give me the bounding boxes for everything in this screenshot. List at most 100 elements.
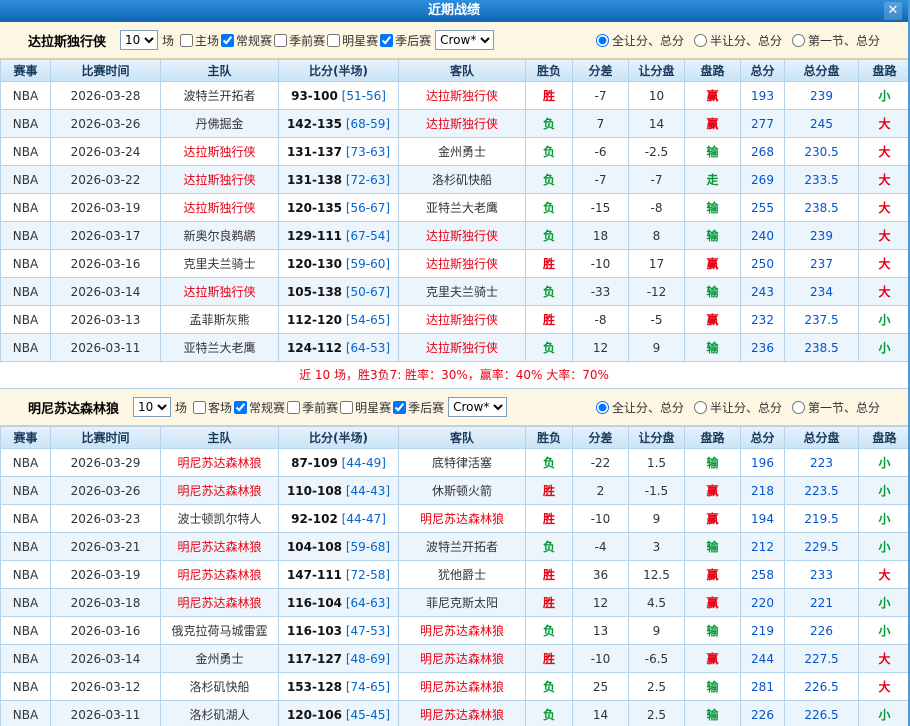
filter-checkbox[interactable]: 季前赛 (285, 399, 338, 416)
filter-radio[interactable]: 全让分、总分 (596, 32, 684, 49)
bookmaker-select[interactable]: Crow* (435, 30, 494, 50)
total-line-cell: 245 (785, 110, 859, 138)
score-cell[interactable]: 147-111 [72-58] (279, 561, 399, 589)
date-cell: 2026-03-23 (51, 505, 161, 533)
handicap-result-cell: 输 (685, 222, 741, 250)
filter-checkbox[interactable]: 明星赛 (338, 399, 391, 416)
home-team-cell: 明尼苏达森林狼 (161, 589, 279, 617)
date-cell: 2026-03-18 (51, 589, 161, 617)
game-row: NBA2026-03-11洛杉矶湖人120-106 [45-45]明尼苏达森林狼… (1, 701, 910, 726)
column-header: 比分(半场) (279, 427, 399, 449)
score-cell[interactable]: 129-111 [67-54] (279, 222, 399, 250)
close-button[interactable]: ✕ (884, 2, 902, 20)
league-cell: NBA (1, 449, 51, 477)
filter-checkbox[interactable]: 客场 (191, 399, 232, 416)
date-cell: 2026-03-24 (51, 138, 161, 166)
filter-checkbox[interactable]: 明星赛 (325, 32, 378, 49)
checkbox-input[interactable] (193, 401, 206, 414)
radio-input[interactable] (792, 401, 805, 414)
score-cell[interactable]: 87-109 [44-49] (279, 449, 399, 477)
game-count-select[interactable]: 10 (120, 30, 158, 50)
filter-checkbox[interactable]: 常规赛 (232, 399, 285, 416)
game-count-select[interactable]: 10 (133, 397, 171, 417)
handicap-line-cell: -7 (629, 166, 685, 194)
score-cell[interactable]: 153-128 [74-65] (279, 673, 399, 701)
filter-radio[interactable]: 第一节、总分 (792, 399, 880, 416)
filter-checkbox[interactable]: 季后赛 (391, 399, 444, 416)
point-diff-cell: -22 (573, 449, 629, 477)
checkbox-input[interactable] (234, 401, 247, 414)
score-cell[interactable]: 131-137 [73-63] (279, 138, 399, 166)
bookmaker-select[interactable]: Crow* (448, 397, 507, 417)
score-cell[interactable]: 117-127 [48-69] (279, 645, 399, 673)
point-diff-cell: -6 (573, 138, 629, 166)
over-under-cell: 小 (859, 505, 910, 533)
radio-input[interactable] (596, 401, 609, 414)
score-cell[interactable]: 110-108 [44-43] (279, 477, 399, 505)
point-diff-cell: -8 (573, 306, 629, 334)
total-points-cell: 277 (741, 110, 785, 138)
score-cell[interactable]: 120-130 [59-60] (279, 250, 399, 278)
away-team-cell: 亚特兰大老鹰 (399, 194, 526, 222)
radio-input[interactable] (596, 34, 609, 47)
total-line-cell: 227.5 (785, 645, 859, 673)
team-name-timberwolves: 明尼苏达森林狼 (28, 398, 119, 417)
over-under-cell: 大 (859, 166, 910, 194)
score-cell[interactable]: 142-135 [68-59] (279, 110, 399, 138)
score-cell[interactable]: 116-103 [47-53] (279, 617, 399, 645)
score-cell[interactable]: 120-135 [56-67] (279, 194, 399, 222)
date-cell: 2026-03-19 (51, 561, 161, 589)
score-cell[interactable]: 112-120 [54-65] (279, 306, 399, 334)
checkbox-input[interactable] (287, 401, 300, 414)
checkbox-input[interactable] (327, 34, 340, 47)
checkbox-input[interactable] (274, 34, 287, 47)
filter-checkbox[interactable]: 常规赛 (219, 32, 272, 49)
filter-checkbox[interactable]: 季前赛 (272, 32, 325, 49)
away-team-cell: 达拉斯独行侠 (399, 222, 526, 250)
over-under-cell: 大 (859, 250, 910, 278)
filter-radio[interactable]: 第一节、总分 (792, 32, 880, 49)
column-header: 比分(半场) (279, 60, 399, 82)
filter-radio[interactable]: 半让分、总分 (694, 32, 782, 49)
checkbox-input[interactable] (221, 34, 234, 47)
home-team-cell: 洛杉矶快船 (161, 673, 279, 701)
radio-input[interactable] (694, 34, 707, 47)
checkbox-input[interactable] (180, 34, 193, 47)
score-cell[interactable]: 116-104 [64-63] (279, 589, 399, 617)
score-cell[interactable]: 104-108 [59-68] (279, 533, 399, 561)
checkbox-input[interactable] (393, 401, 406, 414)
checkbox-input[interactable] (380, 34, 393, 47)
score-cell[interactable]: 120-106 [45-45] (279, 701, 399, 726)
handicap-line-cell: -8 (629, 194, 685, 222)
handicap-line-cell: 17 (629, 250, 685, 278)
score-cell[interactable]: 131-138 [72-63] (279, 166, 399, 194)
handicap-line-cell: 9 (629, 617, 685, 645)
radio-input[interactable] (792, 34, 805, 47)
score-cell[interactable]: 105-138 [50-67] (279, 278, 399, 306)
date-cell: 2026-03-12 (51, 673, 161, 701)
handicap-result-cell: 赢 (685, 110, 741, 138)
filter-radio[interactable]: 半让分、总分 (694, 399, 782, 416)
score-cell[interactable]: 93-100 [51-56] (279, 82, 399, 110)
home-team-cell: 达拉斯独行侠 (161, 278, 279, 306)
away-team-cell: 明尼苏达森林狼 (399, 617, 526, 645)
win-loss-cell: 负 (526, 194, 573, 222)
filter-checkbox[interactable]: 季后赛 (378, 32, 431, 49)
total-line-cell: 234 (785, 278, 859, 306)
score-cell[interactable]: 124-112 [64-53] (279, 334, 399, 362)
win-loss-cell: 负 (526, 533, 573, 561)
radio-input[interactable] (694, 401, 707, 414)
column-header: 盘路 (685, 427, 741, 449)
score-cell[interactable]: 92-102 [44-47] (279, 505, 399, 533)
league-cell: NBA (1, 589, 51, 617)
odds-type-radio-group: 全让分、总分半让分、总分第一节、总分 (596, 399, 880, 416)
filter-radio[interactable]: 全让分、总分 (596, 399, 684, 416)
total-points-cell: 220 (741, 589, 785, 617)
over-under-cell: 小 (859, 617, 910, 645)
filter-checkbox[interactable]: 主场 (178, 32, 219, 49)
over-under-cell: 小 (859, 449, 910, 477)
over-under-cell: 小 (859, 533, 910, 561)
checkbox-input[interactable] (340, 401, 353, 414)
handicap-result-cell: 输 (685, 617, 741, 645)
window-titlebar: 近期战绩 ✕ (0, 0, 908, 22)
